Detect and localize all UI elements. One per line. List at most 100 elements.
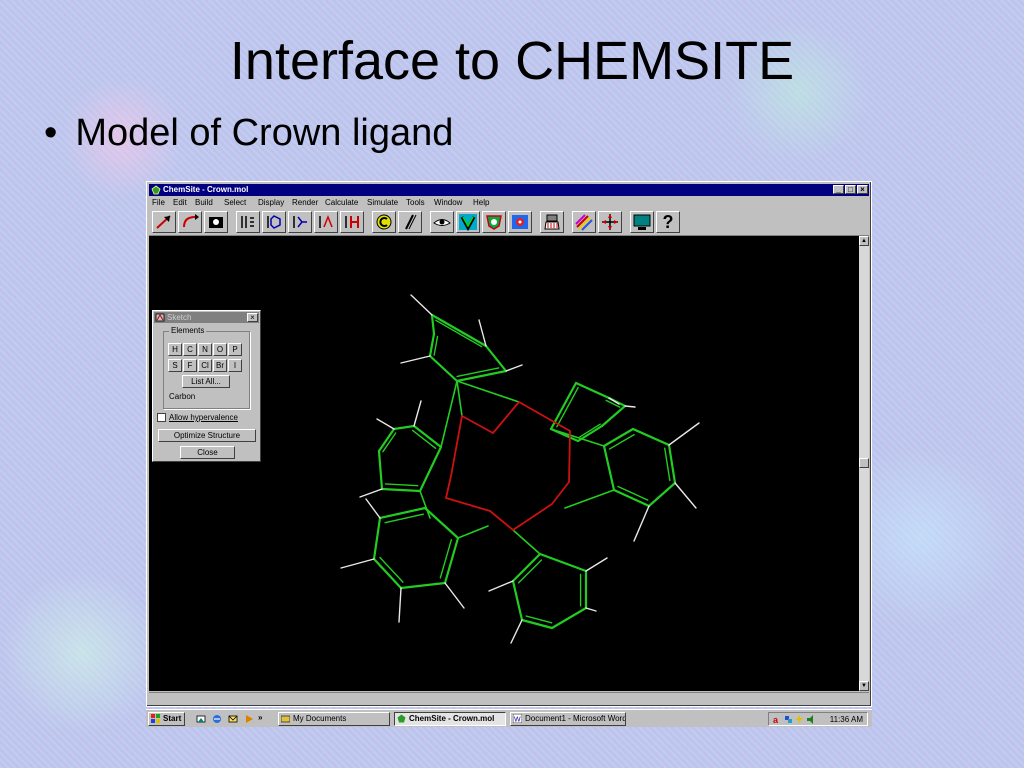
monitor-icon[interactable]: [630, 211, 654, 233]
menu-display[interactable]: Display: [258, 198, 284, 207]
ring-double-bond: [384, 483, 419, 487]
menu-build[interactable]: Build: [195, 198, 213, 207]
ring-bond: [511, 579, 524, 622]
task-word-document[interactable]: W Document1 - Microsoft Word: [510, 712, 626, 726]
menu-render[interactable]: Render: [292, 198, 318, 207]
internet-explorer-icon[interactable]: [212, 714, 222, 724]
scroll-up-icon[interactable]: ▲: [859, 236, 869, 246]
outlook-express-icon[interactable]: [228, 714, 238, 724]
link-bond: [440, 380, 458, 448]
element-button-s[interactable]: S: [168, 359, 182, 372]
task-my-documents[interactable]: My Documents: [278, 712, 390, 726]
crown-ether-bond: [492, 401, 520, 434]
select-arrow-icon[interactable]: [152, 211, 176, 233]
allow-hypervalence-row[interactable]: Allow hypervalence: [157, 413, 259, 423]
element-button-o[interactable]: O: [213, 343, 227, 356]
close-button[interactable]: ×: [857, 185, 868, 194]
menu-select[interactable]: Select: [224, 198, 246, 207]
bond-chain-icon[interactable]: [288, 211, 312, 233]
scroll-thumb[interactable]: [859, 458, 869, 468]
window-titlebar[interactable]: ChemSite - Crown.mol _ □ ×: [149, 184, 869, 196]
bullet-item: • Model of Crown ligand: [44, 112, 453, 155]
hydrogen-bond: [505, 364, 523, 372]
chemsite-app-icon: [151, 185, 161, 195]
crown-ligand-model[interactable]: [149, 236, 859, 691]
help-icon[interactable]: ?: [656, 211, 680, 233]
crosshair-icon[interactable]: [598, 211, 622, 233]
menu-simulate[interactable]: Simulate: [367, 198, 398, 207]
window-title: ChemSite - Crown.mol: [163, 185, 249, 194]
sketch-titlebar[interactable]: Sketch ×: [154, 312, 259, 323]
rainbow-icon[interactable]: [572, 211, 596, 233]
bond-single-icon[interactable]: [236, 211, 260, 233]
crown-ether-bond: [450, 415, 463, 477]
check-v-icon[interactable]: [456, 211, 480, 233]
allow-hypervalence-label: Allow hypervalence: [169, 413, 238, 422]
ring-bond: [418, 445, 443, 493]
network-icon[interactable]: [784, 715, 793, 724]
camera-icon[interactable]: [204, 211, 228, 233]
hydrogen-bond: [413, 400, 422, 427]
antivirus-icon[interactable]: a: [773, 715, 782, 724]
power-icon[interactable]: [795, 715, 804, 724]
ruler-icon[interactable]: [398, 211, 422, 233]
hydrogen-icon[interactable]: [340, 211, 364, 233]
menu-help[interactable]: Help: [473, 198, 489, 207]
volume-icon[interactable]: [806, 715, 815, 724]
element-button-n[interactable]: N: [198, 343, 212, 356]
ring-bond: [600, 404, 627, 428]
menu-tools[interactable]: Tools: [406, 198, 425, 207]
rotate-arrow-icon[interactable]: [178, 211, 202, 233]
hydrogen-bond: [585, 607, 597, 612]
hydrogen-bond: [444, 582, 465, 609]
sketch-close-button[interactable]: Close: [180, 446, 235, 459]
element-button-h[interactable]: H: [168, 343, 182, 356]
eye-icon[interactable]: [430, 211, 454, 233]
menu-window[interactable]: Window: [434, 198, 462, 207]
chemsite-task-icon: [397, 714, 406, 723]
optimize-structure-button[interactable]: Optimize Structure: [158, 429, 256, 442]
hydrogen-bond: [510, 619, 523, 644]
sketch-panel: Sketch × Elements H C N O P S F Cl Br I …: [152, 310, 261, 462]
show-desktop-icon[interactable]: [196, 714, 206, 724]
start-button[interactable]: Start: [148, 712, 185, 726]
svg-text:a: a: [773, 715, 779, 724]
allow-hypervalence-checkbox[interactable]: [157, 413, 166, 423]
bullet-dot: •: [44, 112, 58, 154]
hydrogen-bond: [488, 580, 514, 592]
hydrogen-bond: [400, 355, 431, 364]
molecule-viewport[interactable]: Sketch × Elements H C N O P S F Cl Br I …: [149, 236, 859, 691]
cube-icon[interactable]: [508, 211, 532, 233]
element-button-br[interactable]: Br: [213, 359, 227, 372]
element-button-i[interactable]: I: [228, 359, 242, 372]
status-bar: [149, 692, 869, 705]
bond-branch-icon[interactable]: [314, 211, 338, 233]
link-bond: [456, 380, 463, 417]
element-button-f[interactable]: F: [183, 359, 197, 372]
task-chemsite[interactable]: ChemSite - Crown.mol: [394, 712, 506, 726]
crown-ether-bond: [445, 497, 491, 512]
sketch-close-icon[interactable]: ×: [247, 313, 258, 322]
maximize-button[interactable]: □: [845, 185, 856, 194]
menu-edit[interactable]: Edit: [173, 198, 187, 207]
scroll-down-icon[interactable]: ▼: [859, 681, 869, 691]
link-bond: [457, 525, 489, 539]
crown-ether-bond: [489, 510, 514, 531]
element-button-c[interactable]: C: [183, 343, 197, 356]
element-button-cl[interactable]: Cl: [198, 359, 212, 372]
bond-ring-icon[interactable]: [262, 211, 286, 233]
vertical-scrollbar[interactable]: ▲ ▼: [859, 236, 869, 691]
list-all-button[interactable]: List All...: [182, 375, 230, 388]
quicklaunch-chevron[interactable]: »: [258, 713, 262, 722]
ring-c-icon[interactable]: [372, 211, 396, 233]
media-player-icon[interactable]: [244, 714, 254, 724]
menu-file[interactable]: File: [152, 198, 165, 207]
ring-double-bond: [439, 538, 453, 579]
brush-icon[interactable]: [540, 211, 564, 233]
shield-v-icon[interactable]: [482, 211, 506, 233]
ring-bond: [423, 506, 460, 540]
menu-calculate[interactable]: Calculate: [325, 198, 358, 207]
ring-bond: [455, 369, 508, 383]
minimize-button[interactable]: _: [833, 185, 844, 194]
element-button-p[interactable]: P: [228, 343, 242, 356]
